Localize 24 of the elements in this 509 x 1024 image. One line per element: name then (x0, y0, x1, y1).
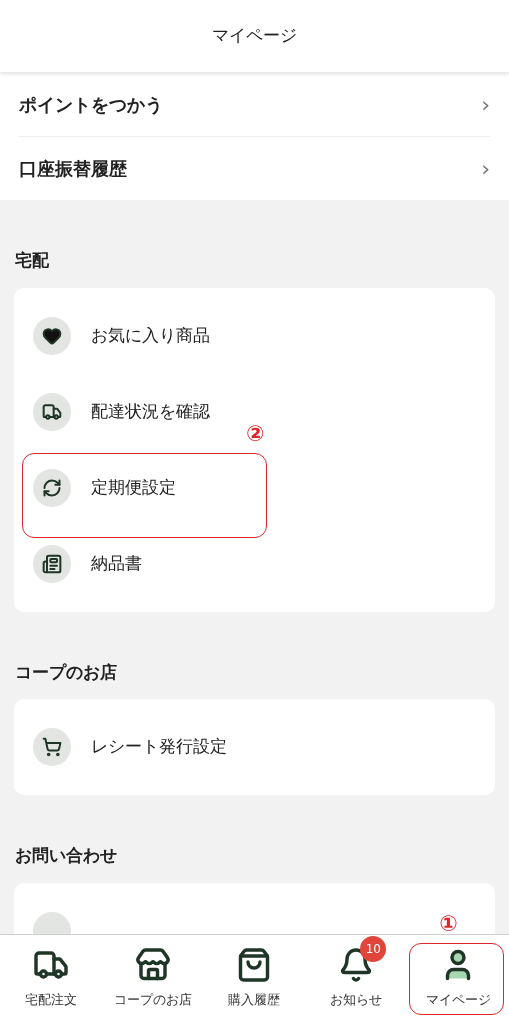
nav-tab[interactable]: 宅配注文 (24, 935, 77, 1024)
section-heading: コープのお店 (15, 661, 117, 682)
nav-tab[interactable]: マイページ (425, 935, 491, 1024)
menu-item[interactable]: 配達状況を確認 (91, 398, 210, 425)
link-row[interactable]: ポイントをつかう › (19, 72, 490, 136)
store-icon (134, 947, 171, 983)
notification-badge: 10 (360, 936, 387, 962)
menu-item[interactable]: レシート発行設定 (91, 734, 227, 760)
link-row[interactable]: 口座振替履歴 › (19, 136, 490, 200)
truck-icon (42, 401, 62, 422)
annotation-number: ② (246, 419, 265, 448)
nav-tab[interactable]: コープのお店 (113, 935, 192, 1024)
document-icon (42, 553, 62, 574)
annotation-number: ① (439, 910, 458, 938)
refresh-icon (42, 477, 62, 498)
menu-item[interactable]: お気に入り商品 (91, 322, 210, 349)
section-heading: 宅配 (15, 250, 49, 270)
nav-tab[interactable]: 購入履歴 (228, 935, 281, 1024)
menu-item[interactable]: 納品書 (91, 550, 142, 577)
menu-item[interactable]: 定期便設定 (91, 474, 176, 501)
page-title: マイページ (212, 24, 297, 48)
cart-icon (42, 737, 62, 757)
heart-icon (42, 325, 62, 346)
section-heading: お問い合わせ (15, 845, 117, 865)
